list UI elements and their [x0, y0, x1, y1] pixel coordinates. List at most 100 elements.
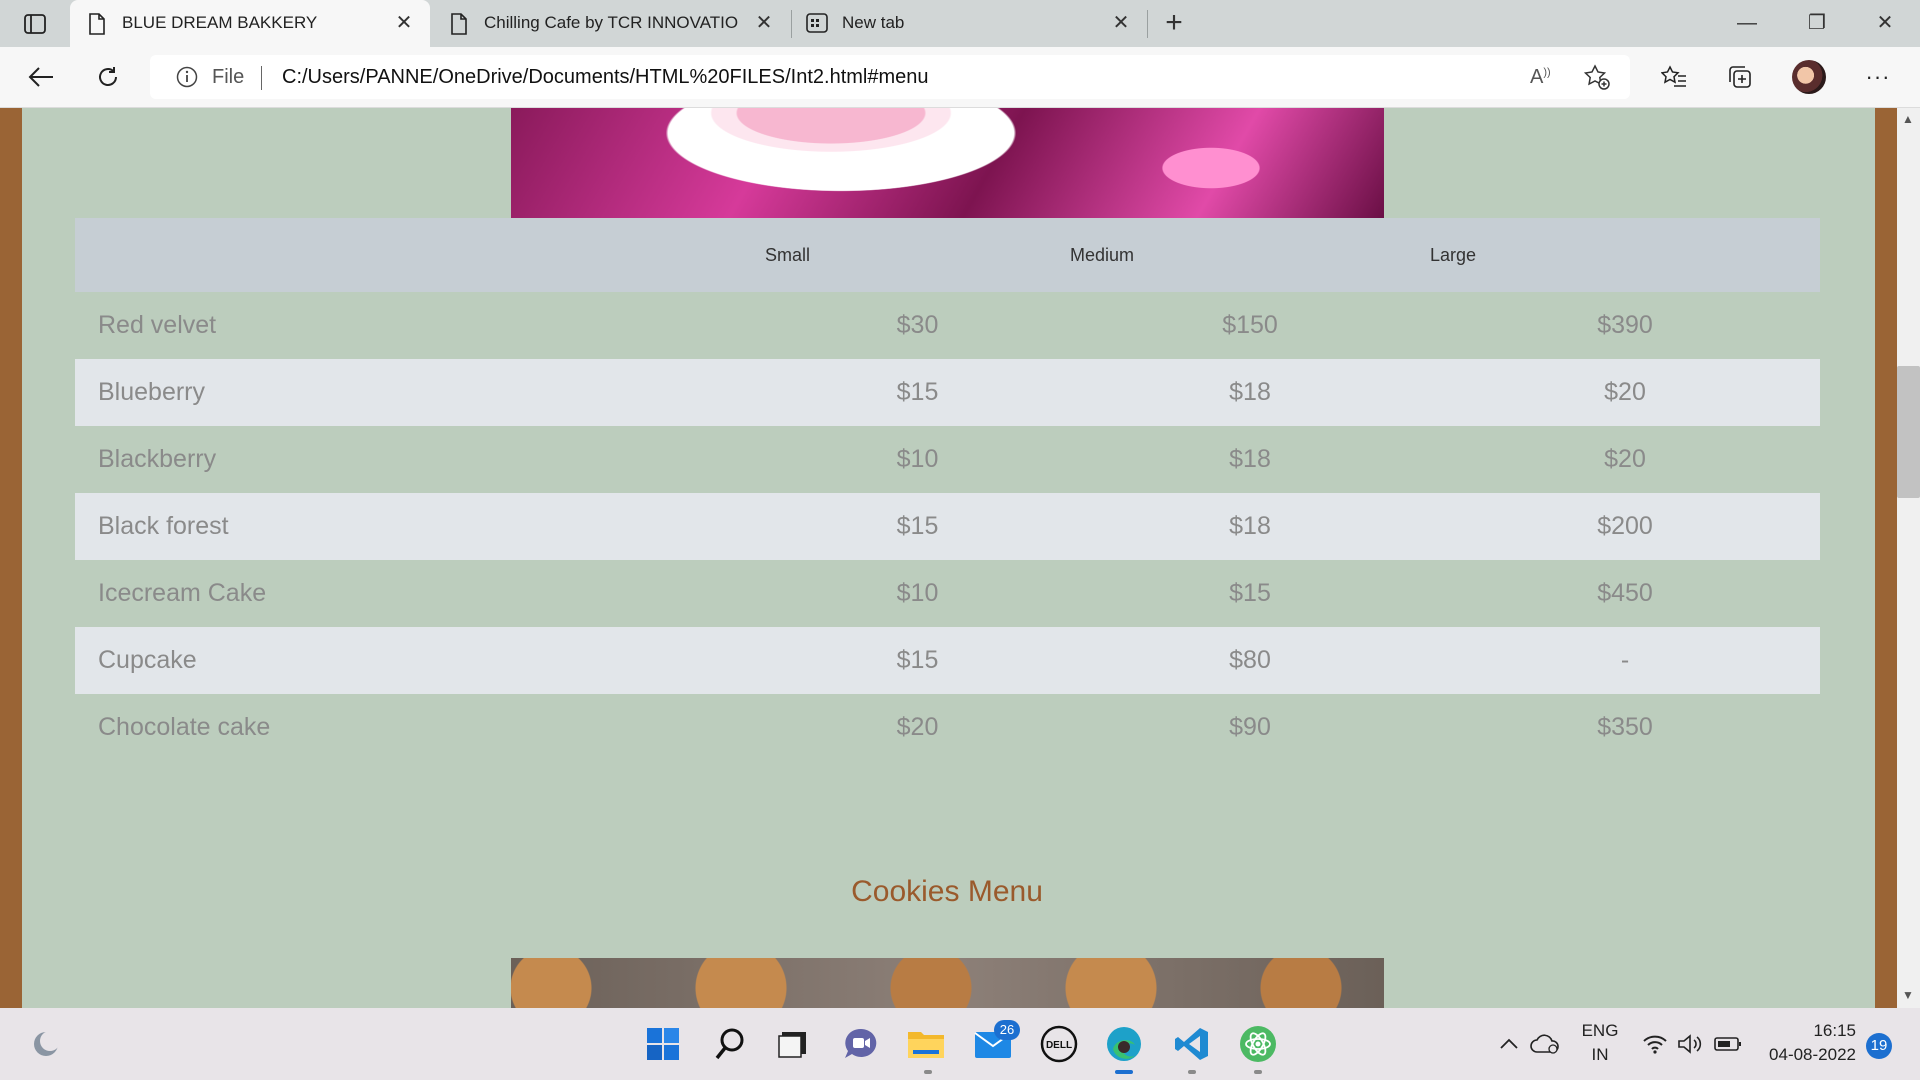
- running-indicator: [1188, 1070, 1196, 1074]
- url-text[interactable]: C:/Users/PANNE/OneDrive/Documents/HTML%2…: [282, 66, 929, 89]
- battery-icon[interactable]: [1713, 1024, 1743, 1064]
- clock-time[interactable]: 16:15: [1756, 1021, 1856, 1041]
- tab-strip: BLUE DREAM BAKKERY ✕ Chilling Cafe by TC…: [0, 0, 1920, 47]
- minimize-icon[interactable]: —: [1724, 8, 1770, 38]
- new-tab-page-icon: [806, 13, 828, 35]
- cake-name: Red velvet: [98, 311, 217, 339]
- column-header-small: Small: [765, 218, 1070, 292]
- cake-name: Icecream Cake: [98, 579, 267, 607]
- cookies-menu-heading: Cookies Menu: [851, 875, 1043, 908]
- table-row: Blackberry $10 $18 $20: [75, 426, 1820, 493]
- cake-photo: [511, 108, 1384, 218]
- table-row: Blueberry $15 $18 $20: [75, 359, 1820, 426]
- cookies-photo: [511, 958, 1384, 1008]
- weather-widget-icon[interactable]: [28, 1024, 68, 1064]
- scheme-label: File: [212, 66, 245, 88]
- svg-text:DELL: DELL: [1046, 1040, 1072, 1051]
- file-explorer-icon[interactable]: [906, 1024, 946, 1064]
- running-indicator: [924, 1070, 932, 1074]
- page-icon: [88, 13, 108, 35]
- tab-title: Chilling Cafe by TCR INNOVATIO: [484, 13, 739, 32]
- table-row: Chocolate cake $20 $90 $350: [75, 694, 1820, 761]
- back-arrow-icon[interactable]: [24, 60, 58, 94]
- tab-blue-dream-bakkery[interactable]: BLUE DREAM BAKKERY ✕: [70, 0, 430, 47]
- new-tab-plus-icon[interactable]: +: [1158, 8, 1190, 40]
- address-toolbar: File C:/Users/PANNE/OneDrive/Documents/H…: [0, 47, 1920, 108]
- page-icon: [450, 13, 470, 35]
- price-small: $15: [765, 493, 1070, 560]
- wifi-icon[interactable]: [1640, 1024, 1670, 1064]
- favorites-icon[interactable]: [1657, 60, 1691, 94]
- price-large: $200: [1430, 493, 1820, 560]
- close-window-icon[interactable]: ✕: [1862, 8, 1908, 38]
- tab-divider: [1147, 10, 1148, 38]
- vscode-icon[interactable]: [1172, 1024, 1212, 1064]
- column-header-large: Large: [1430, 218, 1820, 292]
- more-options-icon[interactable]: ···: [1861, 60, 1895, 94]
- task-view-icon[interactable]: [773, 1024, 813, 1064]
- price-medium: $18: [1070, 493, 1430, 560]
- tab-new-tab[interactable]: New tab ✕: [792, 0, 1147, 47]
- notification-count-badge[interactable]: 19: [1866, 1033, 1892, 1059]
- table-row: Cupcake $15 $80 -: [75, 627, 1820, 694]
- close-tab-icon[interactable]: ✕: [752, 11, 776, 35]
- price-small: $15: [765, 627, 1070, 694]
- price-medium: $18: [1070, 359, 1430, 426]
- tab-title: BLUE DREAM BAKKERY: [122, 13, 318, 32]
- price-medium: $15: [1229, 579, 1271, 607]
- info-icon[interactable]: [176, 66, 198, 88]
- language-code[interactable]: ENG: [1572, 1021, 1628, 1041]
- clock-date[interactable]: 04-08-2022: [1756, 1045, 1856, 1065]
- edge-browser-icon[interactable]: [1104, 1024, 1144, 1064]
- price-small: $15: [765, 359, 1070, 426]
- start-windows-icon[interactable]: [643, 1024, 683, 1064]
- table-row: Red velvet $30 $150 $390: [75, 292, 1820, 359]
- running-indicator: [1254, 1070, 1262, 1074]
- tab-chilling-cafe[interactable]: Chilling Cafe by TCR INNOVATIO ✕: [432, 0, 792, 47]
- teams-chat-icon[interactable]: [841, 1024, 881, 1064]
- cake-name: Cupcake: [75, 627, 765, 694]
- price-medium: $90: [1229, 713, 1271, 741]
- price-small: $30: [896, 311, 939, 339]
- column-header-medium: Medium: [1070, 218, 1430, 292]
- column-header-item: [75, 218, 765, 292]
- dell-icon[interactable]: DELL: [1039, 1024, 1079, 1064]
- atom-icon[interactable]: [1238, 1024, 1278, 1064]
- onedrive-cloud-icon[interactable]: [1528, 1024, 1562, 1064]
- add-favorite-icon[interactable]: [1583, 64, 1610, 90]
- address-bar[interactable]: File C:/Users/PANNE/OneDrive/Documents/H…: [150, 55, 1630, 99]
- price-large: $450: [1597, 579, 1653, 607]
- read-aloud-icon[interactable]: A)): [1530, 66, 1551, 89]
- search-icon[interactable]: [710, 1024, 750, 1064]
- page-viewport: Small Medium Large Red velvet $30 $150 $…: [0, 108, 1920, 1008]
- price-large: $350: [1597, 713, 1653, 741]
- taskbar: 26 DELL ENG IN 16:15 04-08-2022: [0, 1008, 1920, 1080]
- table-row: Black forest $15 $18 $200: [75, 493, 1820, 560]
- profile-avatar[interactable]: [1792, 60, 1826, 94]
- scroll-down-arrow-icon[interactable]: ▼: [1902, 988, 1914, 1002]
- cake-name: Blackberry: [98, 445, 217, 473]
- page-left-border: [0, 108, 22, 1008]
- price-large: -: [1430, 627, 1820, 694]
- volume-icon[interactable]: [1676, 1024, 1706, 1064]
- collections-icon[interactable]: [1723, 60, 1757, 94]
- language-region[interactable]: IN: [1572, 1045, 1628, 1065]
- price-large: $20: [1604, 445, 1646, 473]
- cake-name: Chocolate cake: [98, 713, 271, 741]
- price-small: $10: [896, 579, 939, 607]
- table-row: Icecream Cake $10 $15 $450: [75, 560, 1820, 627]
- scheme-divider: [261, 66, 262, 90]
- close-tab-icon[interactable]: ✕: [1109, 11, 1133, 35]
- scrollbar-thumb[interactable]: [1897, 366, 1920, 498]
- close-tab-icon[interactable]: ✕: [392, 11, 416, 35]
- cake-name: Blueberry: [75, 359, 765, 426]
- page-right-border: [1875, 108, 1897, 1008]
- price-medium: $18: [1229, 445, 1271, 473]
- tab-actions-icon[interactable]: [18, 12, 52, 36]
- vertical-scrollbar[interactable]: [1897, 108, 1920, 1008]
- scroll-up-arrow-icon[interactable]: ▲: [1902, 112, 1914, 126]
- show-hidden-icons-chevron-icon[interactable]: [1494, 1024, 1524, 1064]
- restore-icon[interactable]: ❐: [1794, 8, 1840, 38]
- mail-unread-badge: 26: [994, 1020, 1020, 1040]
- refresh-icon[interactable]: [91, 60, 125, 94]
